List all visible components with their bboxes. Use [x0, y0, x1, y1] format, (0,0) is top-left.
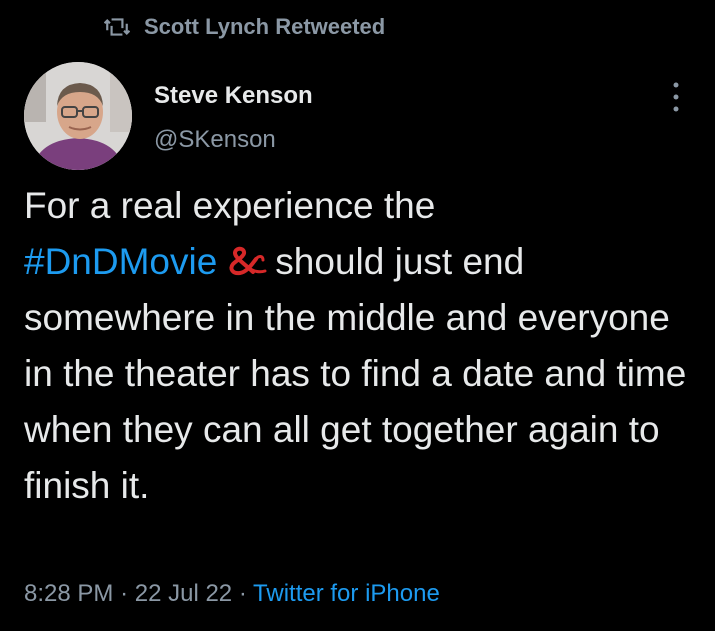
- tweet-meta: 8:28 PM · 22 Jul 22 · Twitter for iPhone: [24, 580, 440, 608]
- retweet-label: Scott Lynch Retweeted: [144, 14, 386, 39]
- author-display-name[interactable]: Steve Kenson: [154, 82, 313, 110]
- tweet-text: For a real experience the #DnDMovie shoul…: [24, 178, 704, 514]
- author-handle[interactable]: @SKenson: [154, 126, 276, 154]
- avatar-image: [24, 62, 132, 170]
- tweet-time[interactable]: 8:28 PM: [24, 580, 113, 607]
- hashtag-link[interactable]: #DnDMovie: [24, 241, 217, 282]
- tweet-source-link[interactable]: Twitter for iPhone: [253, 580, 440, 607]
- meta-separator: ·: [238, 580, 247, 607]
- meta-separator: ·: [120, 580, 129, 607]
- tweet-date[interactable]: 22 Jul 22: [135, 580, 232, 607]
- dnd-ampersand-icon: [229, 246, 267, 276]
- avatar[interactable]: [24, 62, 132, 170]
- retweet-icon: [104, 18, 130, 36]
- more-vertical-icon[interactable]: [668, 80, 684, 114]
- retweet-indicator[interactable]: Scott Lynch Retweeted: [104, 14, 385, 40]
- tweet-text-line1: For a real experience the: [24, 185, 436, 226]
